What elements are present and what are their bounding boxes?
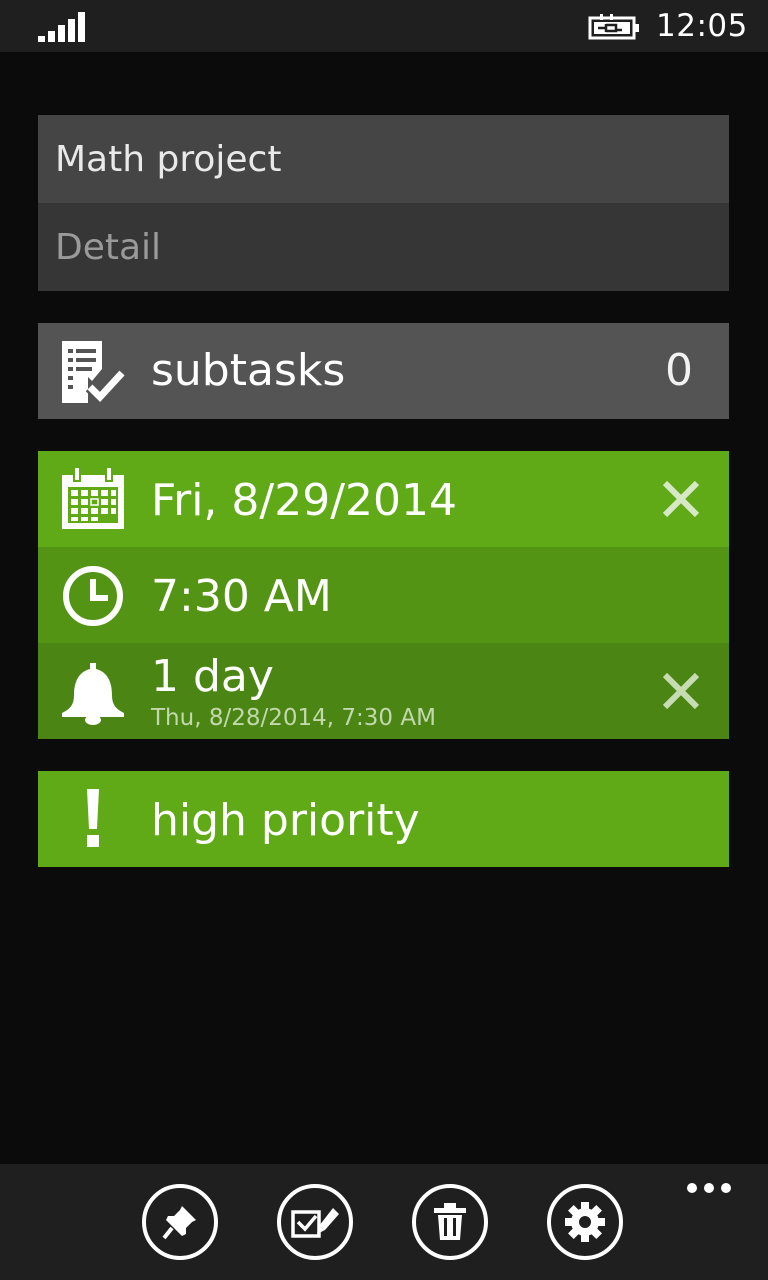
settings-button[interactable]	[547, 1184, 623, 1260]
pin-icon	[162, 1206, 196, 1240]
due-time-label: 7:30 AM	[151, 571, 332, 622]
delete-button[interactable]	[412, 1184, 488, 1260]
signal-icon	[38, 12, 85, 42]
reminder-row[interactable]: 1 day Thu, 8/28/2014, 7:30 AM	[38, 643, 729, 739]
bell-icon	[62, 663, 124, 725]
exclamation-icon	[87, 789, 99, 847]
clear-reminder-icon[interactable]	[659, 669, 703, 713]
due-date-label: Fri, 8/29/2014	[151, 475, 458, 526]
settings-icon	[565, 1202, 605, 1242]
more-icon[interactable]	[686, 1182, 732, 1194]
clear-date-icon[interactable]	[659, 477, 703, 521]
checklist-icon	[62, 341, 126, 405]
mark-complete-icon	[291, 1208, 339, 1238]
task-detail-input[interactable]	[38, 203, 729, 291]
subtasks-count: 0	[665, 345, 693, 396]
priority-row[interactable]: high priority	[38, 771, 729, 867]
status-bar: 12:05	[0, 0, 768, 52]
due-time-row[interactable]: 7:30 AM	[38, 547, 729, 643]
battery-charging-icon	[588, 14, 639, 40]
subtasks-row[interactable]: subtasks 0	[38, 323, 729, 419]
pin-button[interactable]	[142, 1184, 218, 1260]
reminder-label: 1 day	[151, 651, 274, 702]
calendar-icon	[62, 467, 124, 529]
mark-complete-button[interactable]	[277, 1184, 353, 1260]
task-title-input[interactable]	[38, 115, 729, 203]
priority-label: high priority	[151, 795, 420, 846]
app-bar	[0, 1164, 768, 1280]
status-time: 12:05	[656, 8, 748, 44]
subtasks-label: subtasks	[151, 345, 346, 396]
due-date-row[interactable]: Fri, 8/29/2014	[38, 451, 729, 547]
clock-icon	[63, 566, 123, 626]
delete-icon	[434, 1203, 466, 1240]
reminder-detail: Thu, 8/28/2014, 7:30 AM	[151, 705, 436, 731]
